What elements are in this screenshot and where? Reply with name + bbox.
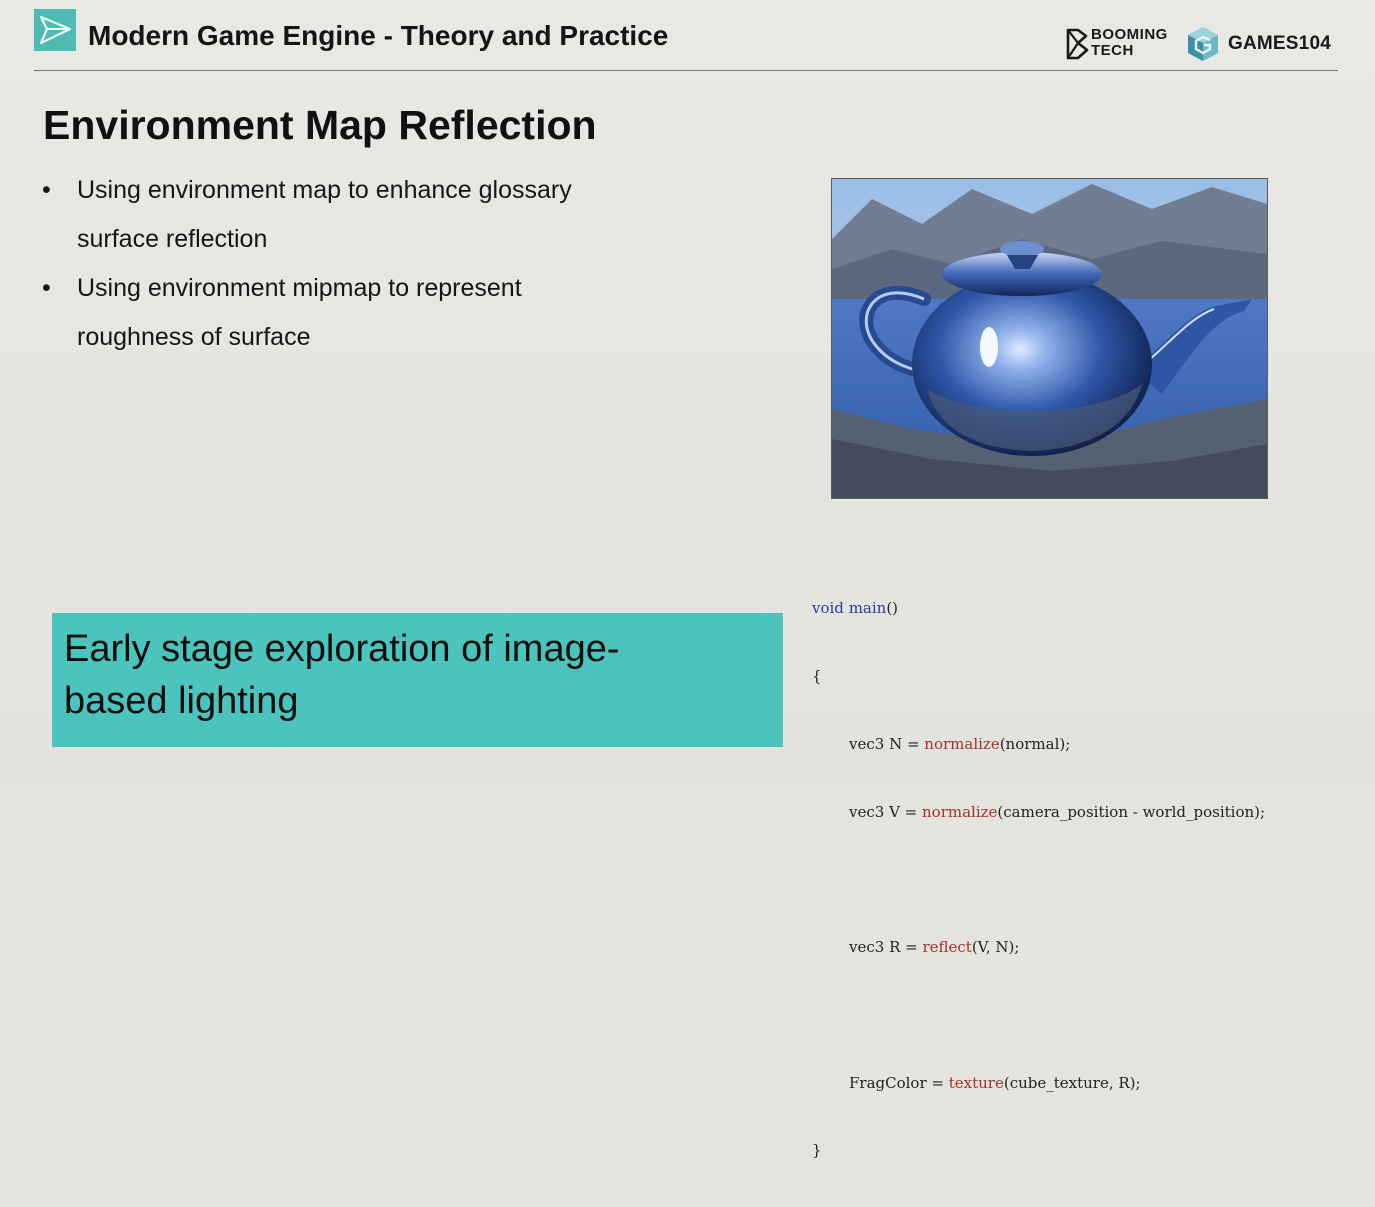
code-line: vec3 V = normalize(camera_position - wor… (812, 801, 1265, 824)
teapot-reflection-image (831, 178, 1268, 499)
code-function: texture (948, 1073, 1004, 1092)
bullet-text-line: Using environment mipmap to represent (77, 274, 522, 302)
code-text: (cube_texture, R); (1003, 1073, 1141, 1092)
code-text: vec3 V = (849, 802, 923, 821)
booming-tech-logo: BOOMING TECH (1066, 27, 1176, 62)
booming-tech-wordmark: BOOMING TECH (1091, 27, 1168, 59)
code-function: reflect (922, 938, 972, 957)
code-line: vec3 R = reflect(V, N); (812, 936, 1265, 959)
code-keyword: void (812, 599, 844, 618)
code-function: normalize (922, 802, 998, 821)
code-line: } (812, 1141, 822, 1160)
games104-logo: GAMES104 (1186, 26, 1346, 62)
code-line: void main() (812, 597, 1265, 620)
code-line: FragColor = texture(cube_texture, R); (812, 1072, 1265, 1095)
bullet-text-line: Using environment map to enhance glossar… (77, 176, 572, 204)
bullet-text-line: roughness of surface (77, 323, 311, 351)
slide: Modern Game Engine - Theory and Practice… (0, 0, 1375, 1159)
code-block: void main() { vec3 N = normalize(normal)… (812, 552, 1265, 1207)
games104-wordmark: GAMES104 (1228, 33, 1331, 54)
code-text: vec3 R = (849, 938, 923, 957)
bullet-marker: • (42, 176, 51, 204)
callout-text-line: Early stage exploration of image- (64, 628, 620, 670)
code-text: (V, N); (971, 938, 1020, 957)
code-line: { (812, 666, 822, 685)
code-text: vec3 N = (849, 734, 925, 753)
code-function: main (848, 599, 887, 618)
callout-text-line: based lighting (64, 680, 299, 722)
bullet-marker: • (42, 274, 51, 302)
header-divider (34, 70, 1338, 71)
code-text: FragColor = (849, 1073, 949, 1092)
b-hexagon-logo-icon (1066, 28, 1089, 60)
list-item: • Using environment mipmap to represent … (42, 264, 682, 362)
slide-title: Environment Map Reflection (43, 102, 597, 148)
paper-plane-icon (34, 9, 76, 51)
booming-line: BOOMING (1091, 26, 1168, 43)
g-cube-logo-icon (1188, 27, 1218, 61)
code-function: normalize (924, 734, 1000, 753)
callout-box: Early stage exploration of image- based … (52, 613, 783, 747)
code-text: (normal); (999, 734, 1071, 753)
list-item: • Using environment map to enhance gloss… (42, 166, 682, 264)
code-text: (camera_position - world_position); (997, 802, 1266, 821)
code-line: vec3 N = normalize(normal); (812, 733, 1265, 756)
tech-line: TECH (1091, 42, 1134, 59)
code-text: () (886, 599, 899, 618)
bullet-list: • Using environment map to enhance gloss… (42, 166, 682, 362)
header-title: Modern Game Engine - Theory and Practice (88, 20, 669, 51)
bullet-text-line: surface reflection (77, 225, 268, 253)
